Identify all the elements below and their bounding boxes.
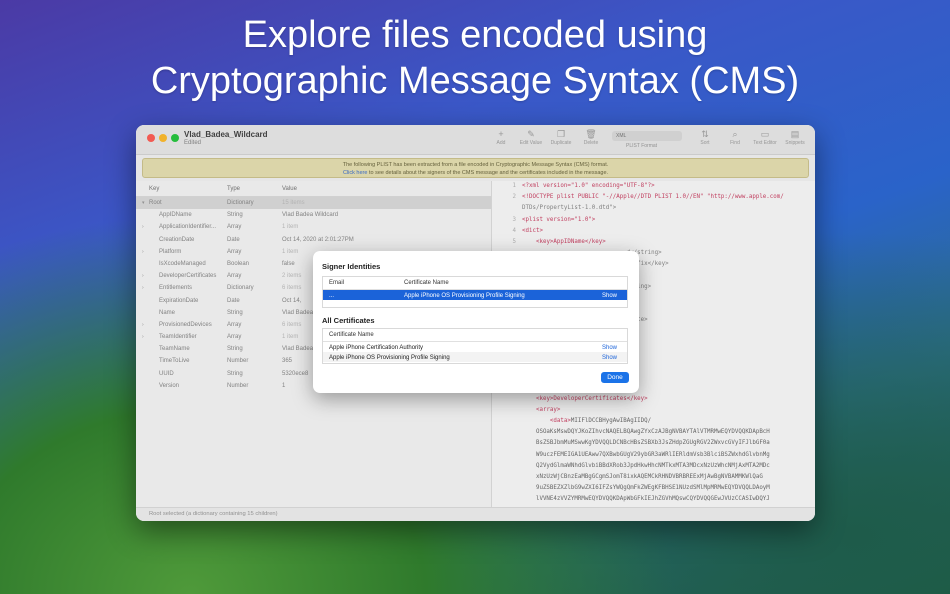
signers-table: Email Certificate Name ... Apple iPhone O…	[322, 276, 628, 308]
certificates-table-header: Certificate Name	[323, 329, 627, 342]
certificate-name: Apple iPhone Certification Authority	[329, 345, 424, 351]
show-certificate-link[interactable]: Show	[602, 345, 617, 351]
certificate-name: Apple iPhone OS Provisioning Profile Sig…	[329, 355, 450, 361]
certificate-row[interactable]: Apple iPhone OS Provisioning Profile Sig…	[323, 352, 627, 362]
certificates-table: Certificate Name Apple iPhone Certificat…	[322, 328, 628, 364]
headline: Explore files encoded using Cryptographi…	[0, 12, 950, 104]
signer-email: ...	[329, 293, 335, 299]
column-certificate-name[interactable]: Certificate Name	[404, 280, 449, 286]
all-certificates-title: All Certificates	[322, 316, 375, 325]
show-signer-link[interactable]: Show	[602, 293, 617, 299]
signers-table-header: Email Certificate Name	[323, 277, 627, 290]
headline-line-2: Cryptographic Message Syntax (CMS)	[150, 60, 800, 102]
column-certificate-name[interactable]: Certificate Name	[329, 332, 374, 338]
column-email[interactable]: Email	[329, 280, 344, 286]
signer-name: Apple iPhone OS Provisioning Profile Sig…	[404, 293, 525, 299]
signers-sheet: Signer Identities Email Certificate Name…	[313, 251, 639, 393]
show-certificate-link[interactable]: Show	[602, 355, 617, 361]
headline-line-1: Explore files encoded using	[242, 14, 708, 56]
signer-identities-title: Signer Identities	[322, 262, 381, 271]
done-button[interactable]: Done	[601, 372, 629, 383]
signer-row[interactable]: ... Apple iPhone OS Provisioning Profile …	[323, 290, 627, 300]
certificate-row[interactable]: Apple iPhone Certification Authority Show	[323, 342, 627, 352]
